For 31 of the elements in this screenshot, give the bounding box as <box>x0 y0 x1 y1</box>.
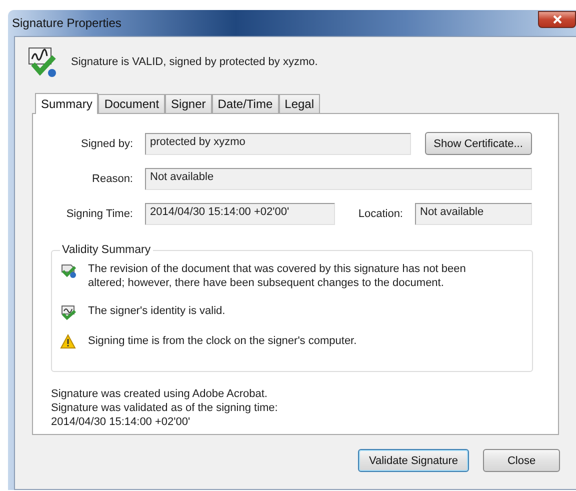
validity-message: The revision of the document that was covered by this signature has not been altered; however, there have been subsequent changes to the document. <box>88 262 467 290</box>
field-label: Signed by: <box>80 138 133 150</box>
dialog-button[interactable]: Close <box>483 449 560 472</box>
document-check-icon <box>60 262 76 278</box>
tab[interactable]: Document <box>98 94 166 113</box>
window-title: Signature Properties <box>12 16 122 30</box>
tab[interactable]: Date/Time <box>212 94 279 113</box>
validity-message: The signer's identity is valid. <box>88 304 226 318</box>
signature-note: Signature was validated as of the signing time: <box>51 401 279 415</box>
location-field[interactable]: Not available <box>415 203 532 225</box>
dialog-button[interactable]: Validate Signature <box>358 449 469 472</box>
validity-message: Signing time is from the clock on the signer's computer. <box>88 334 357 348</box>
tab[interactable]: Summary <box>35 93 98 114</box>
field-label: Signing Time: <box>65 208 133 220</box>
show-certificate-button[interactable]: Show Certificate... <box>424 132 532 155</box>
group-title: Validity Summary <box>61 244 152 256</box>
tab[interactable]: Signer <box>165 94 212 113</box>
warning-icon <box>60 334 76 349</box>
signature-check-icon <box>60 304 76 320</box>
close-button[interactable] <box>538 10 576 28</box>
signed-by-field[interactable]: protected by xyzmo <box>145 132 411 154</box>
signature-note: Signature was created using Adobe Acrobat. <box>51 387 268 401</box>
signing-time-field[interactable]: 2014/04/30 15:14:00 +02'00' <box>145 203 335 225</box>
field-label: Reason: <box>91 173 133 185</box>
reason-field[interactable]: Not available <box>145 168 532 190</box>
tab[interactable]: Legal <box>278 94 320 113</box>
signature-status: Signature is VALID, signed by protected by xyzmo. <box>71 56 318 68</box>
close-icon <box>552 14 562 24</box>
signature-note: 2014/04/30 15:14:00 +02'00' <box>51 415 192 429</box>
signature-valid-icon <box>27 46 57 78</box>
field-label: Location: <box>357 208 403 220</box>
